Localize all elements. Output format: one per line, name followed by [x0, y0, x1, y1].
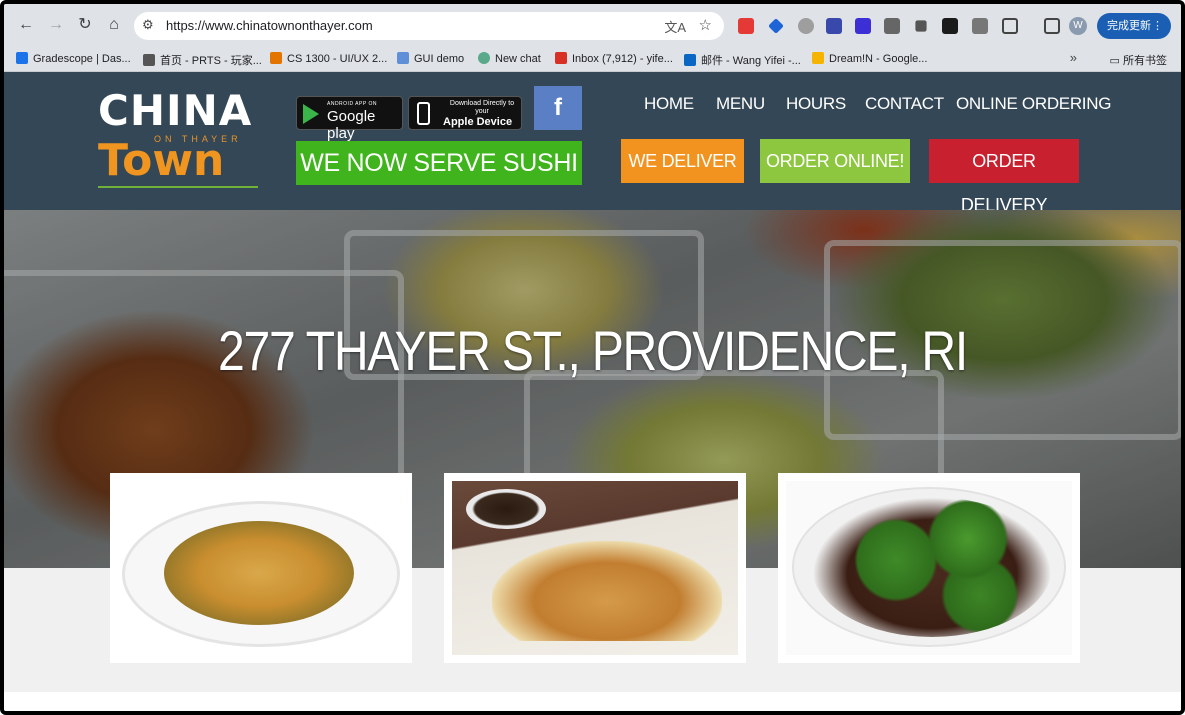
food-card-beef-broccoli[interactable]	[778, 473, 1080, 663]
bookmark-label: CS 1300 - UI/UX 2...	[287, 53, 388, 65]
logo-china: CHINA	[98, 86, 253, 135]
bookmark-item[interactable]: 邮件 - Wang Yifei -...	[684, 52, 801, 68]
site-info-icon[interactable]: ⚙	[142, 17, 154, 33]
food-card-noodles[interactable]	[110, 473, 412, 663]
dumplings-shape	[492, 541, 722, 641]
bookmark-label: Gradescope | Das...	[33, 53, 131, 65]
side-panel-icon[interactable]	[1044, 18, 1060, 34]
browser-toolbar: ← → ↻ ⌂ ⚙ https://www.chinatownonthayer.…	[4, 4, 1181, 46]
sauce-bowl-shape	[466, 489, 546, 529]
bookmark-favicon-icon	[270, 52, 282, 64]
bookmark-label: 首页 - PRTS - 玩家...	[160, 55, 262, 67]
noodles-shape	[164, 521, 354, 625]
google-play-small: ANDROID APP ON	[327, 101, 377, 107]
home-icon[interactable]: ⌂	[104, 15, 124, 35]
beef-broccoli-image	[786, 481, 1072, 655]
extension-icon-8[interactable]	[972, 18, 988, 34]
bookmark-item[interactable]: 首页 - PRTS - 玩家...	[143, 52, 262, 68]
bookmark-favicon-icon	[16, 52, 28, 64]
nav-home[interactable]: HOME	[644, 94, 694, 114]
china-town-logo[interactable]: CHINA ON THAYER Town	[98, 90, 260, 188]
bookmark-item[interactable]: GUI demo	[397, 52, 464, 65]
logo-on-thayer: ON THAYER	[154, 134, 242, 144]
dumplings-image	[452, 481, 738, 655]
forward-icon[interactable]: →	[46, 15, 66, 35]
bookmark-label: New chat	[495, 53, 541, 65]
translate-icon[interactable]: 文A	[664, 17, 686, 36]
bookmark-label: GUI demo	[414, 53, 465, 65]
logo-town: Town	[98, 135, 225, 186]
menu-dots-icon: ⋮	[1152, 20, 1163, 32]
bookmark-item[interactable]: New chat	[478, 52, 541, 65]
order-delivery-button[interactable]: ORDER DELIVERY	[929, 139, 1079, 215]
site-header: CHINA ON THAYER Town ANDROID APP ON Goog…	[4, 72, 1181, 215]
apple-device-badge[interactable]: Download Directly to your Apple Device	[408, 96, 522, 130]
address-bar[interactable]: ⚙ https://www.chinatownonthayer.com 文A ☆	[134, 12, 724, 40]
beef-broccoli-shape	[812, 497, 1052, 637]
hero-address: 277 THAYER ST., PROVIDENCE, RI	[217, 319, 968, 382]
back-icon[interactable]: ←	[16, 15, 36, 35]
bookmark-star-icon[interactable]: ☆	[699, 16, 712, 34]
bookmark-label: 邮件 - Wang Yifei -...	[701, 55, 801, 67]
bookmark-favicon-icon	[478, 52, 490, 64]
extension-icon-3[interactable]	[798, 18, 814, 34]
bookmark-item[interactable]: Inbox (7,912) - yife...	[555, 52, 673, 65]
extension-icon-6[interactable]	[915, 20, 927, 32]
extensions-puzzle-icon[interactable]	[1002, 18, 1018, 34]
browser-window: ← → ↻ ⌂ ⚙ https://www.chinatownonthayer.…	[0, 0, 1185, 715]
nav-contact[interactable]: CONTACT	[865, 94, 944, 114]
more-bookmarks-icon[interactable]: »	[1070, 50, 1077, 65]
facebook-icon[interactable]: f	[534, 86, 582, 130]
all-bookmarks-folder[interactable]: ▭ 所有书签	[1110, 52, 1167, 68]
apple-label: Apple Device	[443, 116, 513, 128]
bookmark-favicon-icon	[397, 52, 409, 64]
profile-avatar[interactable]: W	[1069, 17, 1087, 35]
extension-icon-1[interactable]	[738, 18, 754, 34]
bookmark-favicon-icon	[555, 52, 567, 64]
bookmark-favicon-icon	[143, 54, 155, 66]
bookmark-label: Dream!N - Google...	[829, 53, 928, 65]
bookmark-item[interactable]: CS 1300 - UI/UX 2...	[270, 52, 387, 65]
update-button[interactable]: 完成更新 ⋮	[1097, 13, 1171, 39]
url-text: https://www.chinatownonthayer.com	[166, 18, 373, 33]
extension-icon-5[interactable]	[855, 18, 871, 34]
noodles-image	[118, 481, 404, 655]
play-store-icon	[303, 104, 319, 124]
extension-icon-2[interactable]	[768, 18, 784, 34]
folder-icon: ▭	[1109, 55, 1123, 67]
apple-small: Download Directly to your	[449, 100, 515, 115]
update-label: 完成更新	[1107, 20, 1151, 32]
page-bottom	[4, 692, 1181, 711]
google-play-label: Google play	[327, 108, 376, 142]
nav-menu[interactable]: MENU	[716, 94, 765, 114]
phone-icon	[417, 102, 430, 125]
bookmarks-bar: Gradescope | Das... 首页 - PRTS - 玩家... CS…	[4, 46, 1181, 72]
nav-hours[interactable]: HOURS	[786, 94, 846, 114]
order-online-button[interactable]: ORDER ONLINE!	[760, 139, 910, 183]
folder-label: 所有书签	[1123, 55, 1167, 67]
camera-icon[interactable]	[884, 18, 900, 34]
sushi-banner[interactable]: WE NOW SERVE SUSHI	[296, 141, 582, 185]
nav-online-ordering[interactable]: ONLINE ORDERING	[956, 94, 1111, 114]
reload-icon[interactable]: ↻	[75, 15, 95, 35]
extension-icon-4[interactable]	[826, 18, 842, 34]
bookmark-item[interactable]: Dream!N - Google...	[812, 52, 927, 65]
google-play-badge[interactable]: ANDROID APP ON Google play	[296, 96, 403, 142]
extension-icon-7[interactable]	[942, 18, 958, 34]
we-deliver-button[interactable]: WE DELIVER	[621, 139, 744, 183]
bookmark-favicon-icon	[812, 52, 824, 64]
logo-underline	[98, 186, 258, 188]
food-card-dumplings[interactable]	[444, 473, 746, 663]
bookmark-label: Inbox (7,912) - yife...	[572, 53, 673, 65]
bookmark-item[interactable]: Gradescope | Das...	[16, 52, 131, 65]
bookmark-favicon-icon	[684, 54, 696, 66]
